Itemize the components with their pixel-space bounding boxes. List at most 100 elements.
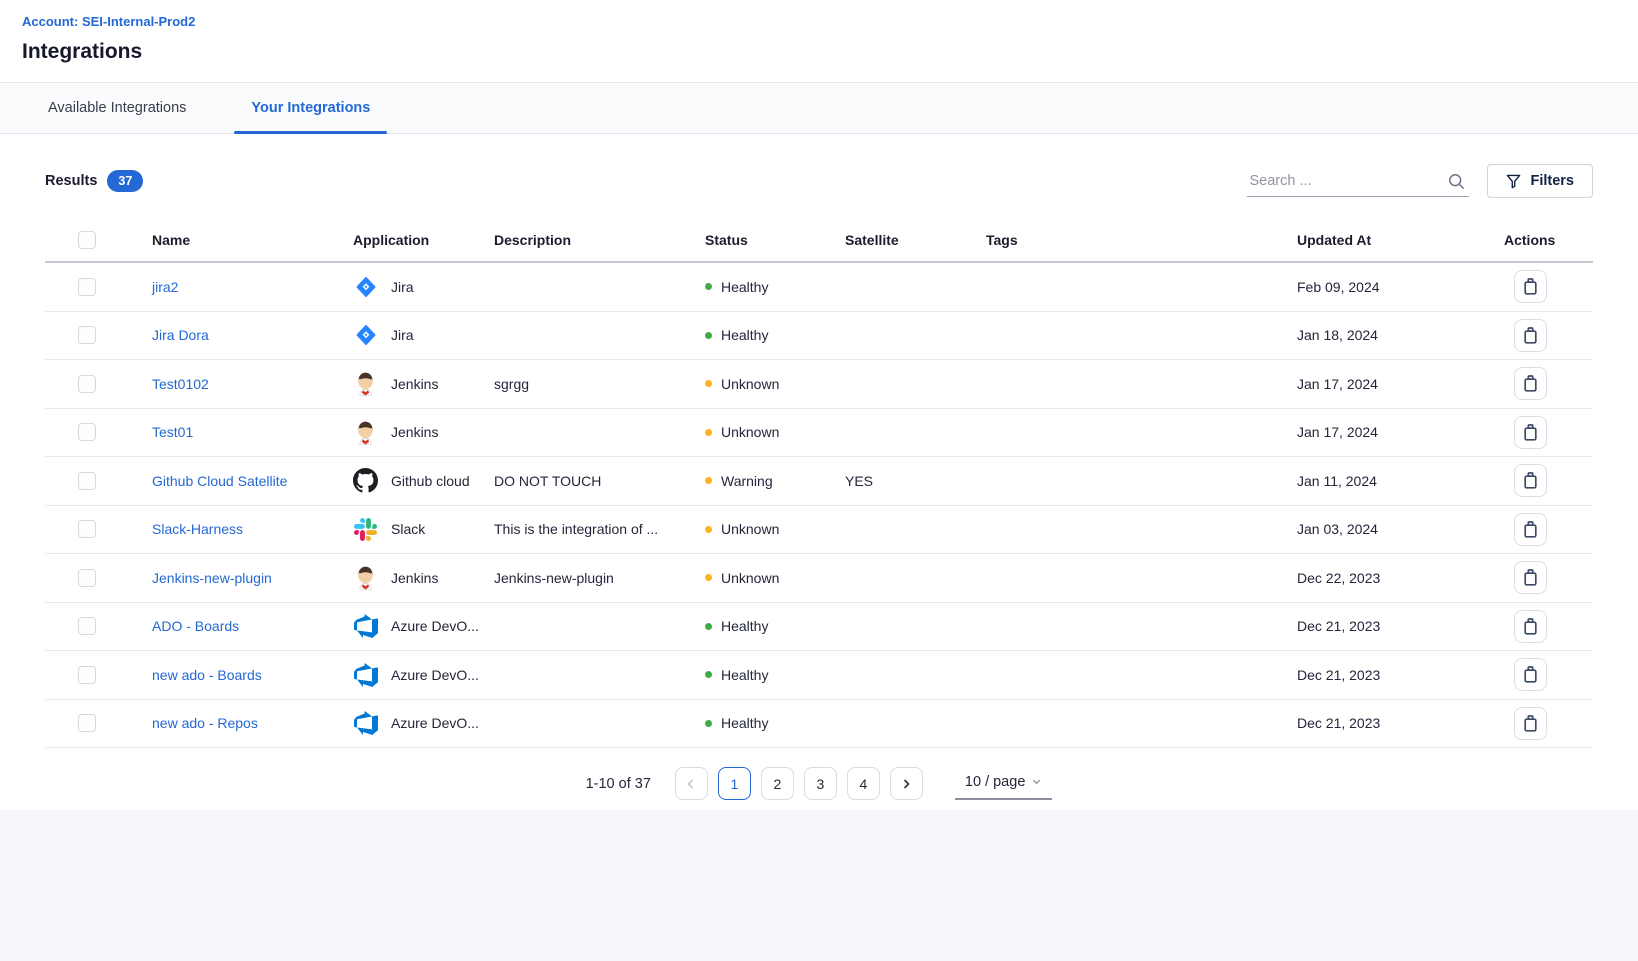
row-checkbox[interactable] bbox=[78, 326, 96, 344]
application-label: Slack bbox=[391, 521, 425, 537]
status-text: Warning bbox=[721, 473, 773, 489]
row-checkbox[interactable] bbox=[78, 472, 96, 490]
integration-name-link[interactable]: Test0102 bbox=[152, 376, 209, 392]
delete-button[interactable] bbox=[1514, 464, 1547, 497]
jenkins-icon bbox=[353, 371, 378, 396]
trash-icon bbox=[1522, 520, 1539, 539]
row-checkbox[interactable] bbox=[78, 666, 96, 684]
pagination-page-button-1[interactable]: 1 bbox=[718, 767, 751, 800]
row-checkbox[interactable] bbox=[78, 617, 96, 635]
integration-name-link[interactable]: new ado - Repos bbox=[152, 715, 258, 731]
status-text: Unknown bbox=[721, 424, 779, 440]
integrations-panel: Results 37 Filters Name Application D bbox=[0, 134, 1638, 810]
chevron-left-icon bbox=[685, 778, 697, 790]
column-header-name: Name bbox=[152, 232, 353, 248]
updated-at-text: Jan 11, 2024 bbox=[1297, 473, 1504, 489]
application-label: Github cloud bbox=[391, 473, 470, 489]
row-checkbox[interactable] bbox=[78, 520, 96, 538]
pagination-prev-button[interactable] bbox=[675, 767, 708, 800]
jenkins-icon bbox=[353, 565, 378, 590]
tabbar: Available Integrations Your Integrations bbox=[0, 83, 1638, 134]
status-dot bbox=[705, 526, 712, 533]
pagination-page-button-2[interactable]: 2 bbox=[761, 767, 794, 800]
status-dot bbox=[705, 477, 712, 484]
status-text: Unknown bbox=[721, 521, 779, 537]
filter-icon bbox=[1506, 174, 1521, 189]
integration-name-link[interactable]: Slack-Harness bbox=[152, 521, 243, 537]
table-row: new ado - Boards Azure DevO... Healthy D… bbox=[45, 651, 1593, 700]
select-all-checkbox[interactable] bbox=[78, 231, 96, 249]
status-dot bbox=[705, 380, 712, 387]
azuredevops-icon bbox=[353, 711, 378, 736]
table-row: Github Cloud Satellite Github cloud DO N… bbox=[45, 457, 1593, 506]
github-icon bbox=[353, 468, 378, 493]
filters-button[interactable]: Filters bbox=[1487, 164, 1593, 198]
pagination-page-button-4[interactable]: 4 bbox=[847, 767, 880, 800]
row-checkbox[interactable] bbox=[78, 278, 96, 296]
search-input[interactable] bbox=[1247, 166, 1469, 197]
updated-at-text: Dec 21, 2023 bbox=[1297, 618, 1504, 634]
pagination-page-button-3[interactable]: 3 bbox=[804, 767, 837, 800]
integration-name-link[interactable]: Test01 bbox=[152, 424, 193, 440]
column-header-tags: Tags bbox=[986, 232, 1297, 248]
application-label: Jenkins bbox=[391, 376, 438, 392]
application-label: Azure DevO... bbox=[391, 618, 479, 634]
table-row: new ado - Repos Azure DevO... Healthy De… bbox=[45, 700, 1593, 749]
updated-at-text: Feb 09, 2024 bbox=[1297, 279, 1504, 295]
status-text: Healthy bbox=[721, 279, 768, 295]
delete-button[interactable] bbox=[1514, 610, 1547, 643]
results-count-badge: 37 bbox=[107, 170, 143, 192]
column-header-updated-at: Updated At bbox=[1297, 232, 1504, 248]
chevron-down-icon bbox=[1031, 776, 1042, 787]
table-row: Slack-Harness Slack This is the integrat… bbox=[45, 506, 1593, 555]
row-checkbox[interactable] bbox=[78, 375, 96, 393]
search-box bbox=[1247, 166, 1469, 197]
page-size-label: 10 / page bbox=[965, 774, 1025, 790]
azuredevops-icon bbox=[353, 614, 378, 639]
toolbar: Results 37 Filters bbox=[45, 134, 1593, 198]
trash-icon bbox=[1522, 277, 1539, 296]
filters-button-label: Filters bbox=[1530, 173, 1574, 189]
delete-button[interactable] bbox=[1514, 513, 1547, 546]
row-checkbox[interactable] bbox=[78, 569, 96, 587]
delete-button[interactable] bbox=[1514, 561, 1547, 594]
pagination-next-button[interactable] bbox=[890, 767, 923, 800]
delete-button[interactable] bbox=[1514, 658, 1547, 691]
integration-name-link[interactable]: ADO - Boards bbox=[152, 618, 239, 634]
integration-name-link[interactable]: Jenkins-new-plugin bbox=[152, 570, 272, 586]
tab-available-integrations[interactable]: Available Integrations bbox=[31, 83, 203, 133]
trash-icon bbox=[1522, 374, 1539, 393]
delete-button[interactable] bbox=[1514, 707, 1547, 740]
delete-button[interactable] bbox=[1514, 270, 1547, 303]
page-size-select[interactable]: 10 / page bbox=[955, 768, 1052, 800]
integration-name-link[interactable]: Jira Dora bbox=[152, 327, 209, 343]
delete-button[interactable] bbox=[1514, 416, 1547, 449]
updated-at-text: Dec 22, 2023 bbox=[1297, 570, 1504, 586]
status-text: Healthy bbox=[721, 715, 768, 731]
updated-at-text: Jan 03, 2024 bbox=[1297, 521, 1504, 537]
table-row: Jira Dora Jira Healthy Jan 18, 2024 bbox=[45, 312, 1593, 361]
trash-icon bbox=[1522, 326, 1539, 345]
delete-button[interactable] bbox=[1514, 319, 1547, 352]
application-label: Jira bbox=[391, 279, 414, 295]
integration-name-link[interactable]: new ado - Boards bbox=[152, 667, 262, 683]
trash-icon bbox=[1522, 714, 1539, 733]
tab-your-integrations[interactable]: Your Integrations bbox=[234, 83, 387, 133]
azuredevops-icon bbox=[353, 662, 378, 687]
application-label: Jenkins bbox=[391, 570, 438, 586]
table-row: ADO - Boards Azure DevO... Healthy Dec 2… bbox=[45, 603, 1593, 652]
page-title: Integrations bbox=[22, 40, 1638, 64]
updated-at-text: Jan 17, 2024 bbox=[1297, 376, 1504, 392]
column-header-actions: Actions bbox=[1504, 232, 1593, 248]
integration-name-link[interactable]: jira2 bbox=[152, 279, 178, 295]
account-link[interactable]: Account: SEI-Internal-Prod2 bbox=[22, 14, 195, 29]
delete-button[interactable] bbox=[1514, 367, 1547, 400]
integration-name-link[interactable]: Github Cloud Satellite bbox=[152, 473, 287, 489]
description-text: DO NOT TOUCH bbox=[494, 473, 705, 489]
table-row: jira2 Jira Healthy Feb 09, 2024 bbox=[45, 263, 1593, 312]
trash-icon bbox=[1522, 471, 1539, 490]
row-checkbox[interactable] bbox=[78, 423, 96, 441]
jira-icon bbox=[353, 323, 378, 348]
row-checkbox[interactable] bbox=[78, 714, 96, 732]
chevron-right-icon bbox=[900, 778, 912, 790]
